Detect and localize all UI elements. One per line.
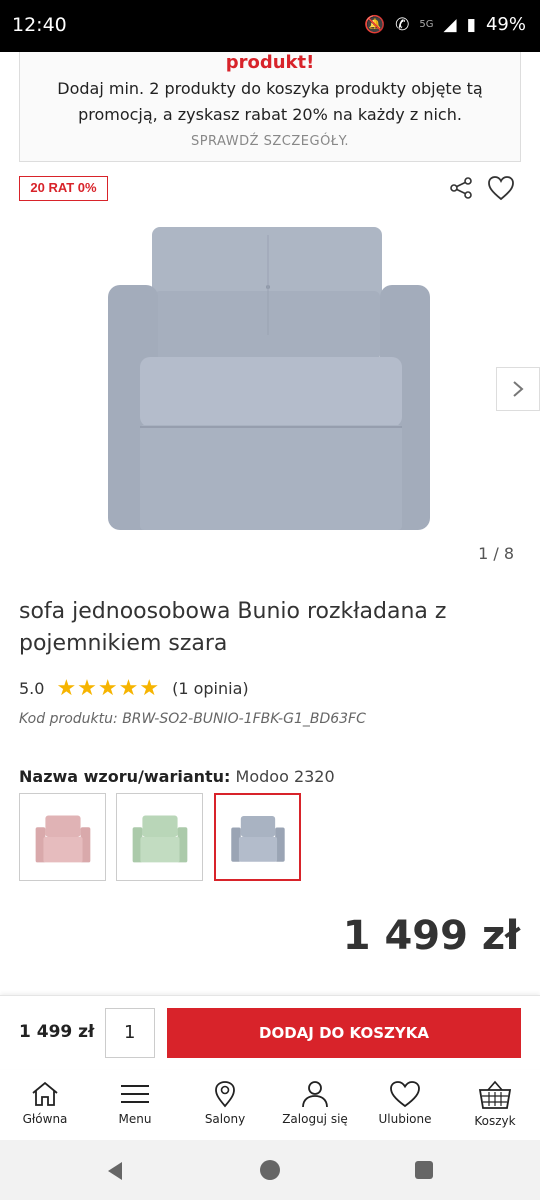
quantity-input[interactable]: 1 xyxy=(105,1008,155,1058)
home-icon xyxy=(32,1081,58,1106)
sticky-cart-bar: 1 499 zł 1 DODAJ DO KOSZYKA xyxy=(0,995,540,1069)
wifi-call-icon: ✆ xyxy=(395,14,410,35)
sofa-thumbnail xyxy=(231,816,285,862)
status-time: 12:40 xyxy=(12,14,67,36)
sofa-back-cushion-lower xyxy=(154,291,380,361)
promo-box: produkt! Dodaj min. 2 produkty do koszyk… xyxy=(19,52,521,162)
nav-label: Główna xyxy=(22,1112,68,1126)
nav-label: Salony xyxy=(204,1112,246,1126)
nav-item-cart[interactable]: Koszyk xyxy=(450,1070,540,1138)
signal-icon: ◢ xyxy=(443,14,457,35)
recents-icon[interactable] xyxy=(414,1160,434,1180)
menu-icon xyxy=(121,1085,149,1103)
nav-item-login[interactable]: Zaloguj się xyxy=(270,1070,360,1138)
variant-label: Nazwa wzoru/wariantu: Modoo 2320 xyxy=(19,767,335,786)
rating-stars: ★★★★★ xyxy=(56,676,161,701)
nav-item-favorites[interactable]: Ulubione xyxy=(360,1070,450,1138)
variant-value: Modoo 2320 xyxy=(235,767,335,786)
promo-title: produkt! xyxy=(225,52,315,73)
variant-swatch-pink[interactable] xyxy=(19,793,106,881)
battery-icon: ▮ xyxy=(466,14,476,35)
product-rating[interactable]: 5.0 ★★★★★ (1 opinia) xyxy=(19,676,249,701)
user-icon xyxy=(302,1081,328,1108)
variant-swatch-grey-selected[interactable] xyxy=(214,793,301,881)
sofa-thumbnail xyxy=(132,815,188,863)
variant-swatch-green[interactable] xyxy=(116,793,203,881)
status-icons: 🔕 ✆ 5G ◢ ▮ 49% xyxy=(364,14,526,35)
gallery-counter: 1 / 8 xyxy=(478,544,514,563)
nav-label: Koszyk xyxy=(474,1114,516,1128)
rating-count[interactable]: (1 opinia) xyxy=(172,679,249,698)
favorite-heart-icon[interactable] xyxy=(487,175,515,201)
product-price: 1 499 zł xyxy=(342,913,520,959)
variant-label-title: Nazwa wzoru/wariantu: xyxy=(19,767,231,786)
nav-item-stores[interactable]: Salony xyxy=(180,1070,270,1138)
product-image[interactable] xyxy=(90,215,450,545)
sofa-seat-cushion xyxy=(140,357,402,427)
nav-label: Menu xyxy=(118,1112,152,1126)
share-icon[interactable] xyxy=(449,176,473,200)
status-bar: 12:40 🔕 ✆ 5G ◢ ▮ 49% xyxy=(0,0,540,52)
system-navigation-bar xyxy=(0,1140,540,1200)
nav-label: Zaloguj się xyxy=(282,1112,348,1126)
promo-details-link[interactable]: SPRAWDŹ SZCZEGÓŁY. xyxy=(20,134,520,149)
network-label: 5G xyxy=(419,19,434,30)
promo-text: Dodaj min. 2 produkty do koszyka produkt… xyxy=(57,79,483,124)
basket-icon xyxy=(478,1080,512,1109)
heart-icon xyxy=(390,1081,420,1108)
product-code: Kod produktu: BRW-SO2-BUNIO-1FBK-G1_BD63… xyxy=(19,711,366,727)
nav-label: Ulubione xyxy=(378,1112,432,1126)
sofa-base xyxy=(140,425,402,530)
nav-item-menu[interactable]: Menu xyxy=(90,1070,180,1138)
chevron-right-icon xyxy=(513,381,524,397)
mute-icon: 🔕 xyxy=(364,14,386,35)
gallery-next-button[interactable] xyxy=(496,367,540,411)
product-title: sofa jednoosobowa Bunio rozkładana z poj… xyxy=(19,599,447,656)
add-to-cart-button[interactable]: DODAJ DO KOSZYKA xyxy=(167,1008,521,1058)
battery-level: 49% xyxy=(485,14,526,35)
rating-value: 5.0 xyxy=(19,679,45,698)
installment-badge: 20 RAT 0% xyxy=(19,176,108,201)
home-circle-icon[interactable] xyxy=(259,1159,281,1181)
bottom-navigation: Główna Menu Salony Zaloguj się Ulubione … xyxy=(0,1070,540,1138)
back-icon[interactable] xyxy=(104,1160,126,1182)
sofa-thumbnail xyxy=(35,815,91,863)
sticky-price: 1 499 zł xyxy=(19,1022,95,1042)
nav-item-home[interactable]: Główna xyxy=(0,1070,90,1138)
map-pin-icon xyxy=(215,1081,235,1108)
